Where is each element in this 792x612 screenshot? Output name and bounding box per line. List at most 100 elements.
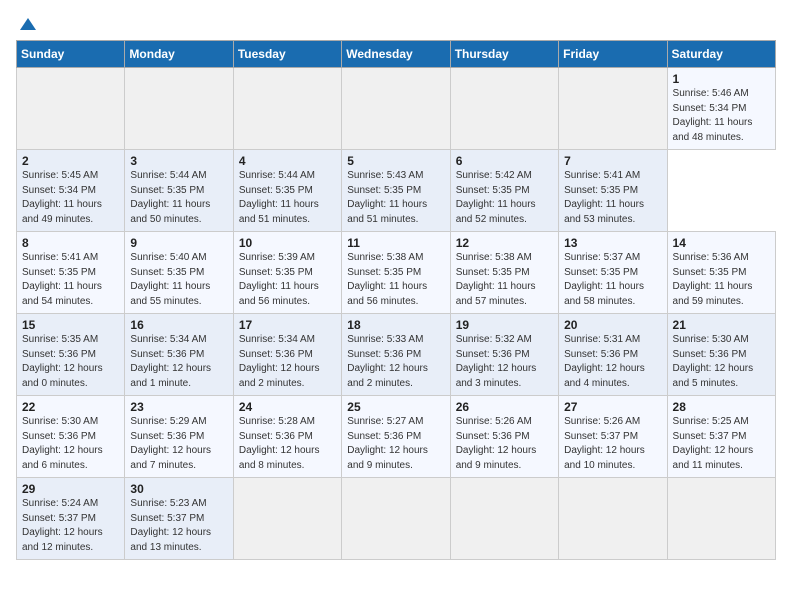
day-detail: Sunrise: 5:40 AMSunset: 5:35 PMDaylight:… (130, 251, 227, 309)
calendar-week-row: 22Sunrise: 5:30 AMSunset: 5:36 PMDayligh… (17, 396, 776, 478)
day-number: 13 (564, 236, 661, 250)
calendar-table: SundayMondayTuesdayWednesdayThursdayFrid… (16, 40, 776, 560)
calendar-day-cell: 22Sunrise: 5:30 AMSunset: 5:36 PMDayligh… (17, 396, 125, 478)
day-number: 16 (130, 318, 227, 332)
day-header-wednesday: Wednesday (342, 41, 450, 68)
day-detail: Sunrise: 5:44 AMSunset: 5:35 PMDaylight:… (130, 169, 227, 227)
calendar-day-cell: 17Sunrise: 5:34 AMSunset: 5:36 PMDayligh… (233, 314, 341, 396)
calendar-day-cell: 20Sunrise: 5:31 AMSunset: 5:36 PMDayligh… (559, 314, 667, 396)
day-detail: Sunrise: 5:38 AMSunset: 5:35 PMDaylight:… (456, 251, 553, 309)
calendar-day-cell: 10Sunrise: 5:39 AMSunset: 5:35 PMDayligh… (233, 232, 341, 314)
day-number: 30 (130, 482, 227, 496)
calendar-day-cell: 2Sunrise: 5:45 AMSunset: 5:34 PMDaylight… (17, 150, 125, 232)
day-detail: Sunrise: 5:38 AMSunset: 5:35 PMDaylight:… (347, 251, 444, 309)
calendar-day-cell (17, 68, 125, 150)
day-number: 17 (239, 318, 336, 332)
logo-icon (18, 16, 38, 36)
calendar-day-cell: 14Sunrise: 5:36 AMSunset: 5:35 PMDayligh… (667, 232, 775, 314)
day-number: 19 (456, 318, 553, 332)
calendar-week-row: 1Sunrise: 5:46 AMSunset: 5:34 PMDaylight… (17, 68, 776, 150)
day-detail: Sunrise: 5:32 AMSunset: 5:36 PMDaylight:… (456, 333, 553, 391)
day-number: 18 (347, 318, 444, 332)
calendar-day-cell: 7Sunrise: 5:41 AMSunset: 5:35 PMDaylight… (559, 150, 667, 232)
day-detail: Sunrise: 5:43 AMSunset: 5:35 PMDaylight:… (347, 169, 444, 227)
calendar-day-cell: 5Sunrise: 5:43 AMSunset: 5:35 PMDaylight… (342, 150, 450, 232)
calendar-week-row: 29Sunrise: 5:24 AMSunset: 5:37 PMDayligh… (17, 478, 776, 560)
day-detail: Sunrise: 5:44 AMSunset: 5:35 PMDaylight:… (239, 169, 336, 227)
calendar-day-cell: 4Sunrise: 5:44 AMSunset: 5:35 PMDaylight… (233, 150, 341, 232)
day-number: 28 (673, 400, 770, 414)
calendar-day-cell (125, 68, 233, 150)
day-number: 29 (22, 482, 119, 496)
calendar-day-cell: 28Sunrise: 5:25 AMSunset: 5:37 PMDayligh… (667, 396, 775, 478)
calendar-day-cell (342, 68, 450, 150)
day-header-monday: Monday (125, 41, 233, 68)
day-detail: Sunrise: 5:26 AMSunset: 5:36 PMDaylight:… (456, 415, 553, 473)
day-detail: Sunrise: 5:42 AMSunset: 5:35 PMDaylight:… (456, 169, 553, 227)
day-number: 12 (456, 236, 553, 250)
day-detail: Sunrise: 5:34 AMSunset: 5:36 PMDaylight:… (130, 333, 227, 391)
day-number: 8 (22, 236, 119, 250)
day-header-saturday: Saturday (667, 41, 775, 68)
calendar-day-cell: 18Sunrise: 5:33 AMSunset: 5:36 PMDayligh… (342, 314, 450, 396)
day-number: 24 (239, 400, 336, 414)
calendar-day-cell: 11Sunrise: 5:38 AMSunset: 5:35 PMDayligh… (342, 232, 450, 314)
day-detail: Sunrise: 5:27 AMSunset: 5:36 PMDaylight:… (347, 415, 444, 473)
day-number: 7 (564, 154, 661, 168)
calendar-day-cell: 19Sunrise: 5:32 AMSunset: 5:36 PMDayligh… (450, 314, 558, 396)
calendar-day-cell: 29Sunrise: 5:24 AMSunset: 5:37 PMDayligh… (17, 478, 125, 560)
calendar-day-cell: 15Sunrise: 5:35 AMSunset: 5:36 PMDayligh… (17, 314, 125, 396)
day-number: 20 (564, 318, 661, 332)
calendar-day-cell: 3Sunrise: 5:44 AMSunset: 5:35 PMDaylight… (125, 150, 233, 232)
day-number: 11 (347, 236, 444, 250)
calendar-day-cell: 25Sunrise: 5:27 AMSunset: 5:36 PMDayligh… (342, 396, 450, 478)
day-number: 22 (22, 400, 119, 414)
calendar-day-cell: 16Sunrise: 5:34 AMSunset: 5:36 PMDayligh… (125, 314, 233, 396)
day-detail: Sunrise: 5:25 AMSunset: 5:37 PMDaylight:… (673, 415, 770, 473)
calendar-day-cell: 24Sunrise: 5:28 AMSunset: 5:36 PMDayligh… (233, 396, 341, 478)
day-detail: Sunrise: 5:36 AMSunset: 5:35 PMDaylight:… (673, 251, 770, 309)
day-detail: Sunrise: 5:41 AMSunset: 5:35 PMDaylight:… (564, 169, 661, 227)
day-number: 5 (347, 154, 444, 168)
calendar-week-row: 15Sunrise: 5:35 AMSunset: 5:36 PMDayligh… (17, 314, 776, 396)
calendar-day-cell: 6Sunrise: 5:42 AMSunset: 5:35 PMDaylight… (450, 150, 558, 232)
day-header-sunday: Sunday (17, 41, 125, 68)
day-detail: Sunrise: 5:26 AMSunset: 5:37 PMDaylight:… (564, 415, 661, 473)
calendar-day-cell (450, 68, 558, 150)
calendar-day-cell (559, 68, 667, 150)
day-detail: Sunrise: 5:34 AMSunset: 5:36 PMDaylight:… (239, 333, 336, 391)
day-number: 4 (239, 154, 336, 168)
day-detail: Sunrise: 5:39 AMSunset: 5:35 PMDaylight:… (239, 251, 336, 309)
calendar-day-cell (667, 478, 775, 560)
day-detail: Sunrise: 5:23 AMSunset: 5:37 PMDaylight:… (130, 497, 227, 555)
calendar-day-cell: 12Sunrise: 5:38 AMSunset: 5:35 PMDayligh… (450, 232, 558, 314)
day-number: 9 (130, 236, 227, 250)
day-number: 21 (673, 318, 770, 332)
day-number: 25 (347, 400, 444, 414)
calendar-week-row: 8Sunrise: 5:41 AMSunset: 5:35 PMDaylight… (17, 232, 776, 314)
page-header (16, 16, 776, 32)
day-detail: Sunrise: 5:33 AMSunset: 5:36 PMDaylight:… (347, 333, 444, 391)
calendar-day-cell: 26Sunrise: 5:26 AMSunset: 5:36 PMDayligh… (450, 396, 558, 478)
day-detail: Sunrise: 5:45 AMSunset: 5:34 PMDaylight:… (22, 169, 119, 227)
calendar-day-cell: 13Sunrise: 5:37 AMSunset: 5:35 PMDayligh… (559, 232, 667, 314)
calendar-day-cell (450, 478, 558, 560)
calendar-day-cell: 1Sunrise: 5:46 AMSunset: 5:34 PMDaylight… (667, 68, 775, 150)
day-detail: Sunrise: 5:28 AMSunset: 5:36 PMDaylight:… (239, 415, 336, 473)
calendar-day-cell: 8Sunrise: 5:41 AMSunset: 5:35 PMDaylight… (17, 232, 125, 314)
day-number: 10 (239, 236, 336, 250)
day-detail: Sunrise: 5:37 AMSunset: 5:35 PMDaylight:… (564, 251, 661, 309)
day-number: 2 (22, 154, 119, 168)
day-header-thursday: Thursday (450, 41, 558, 68)
day-detail: Sunrise: 5:30 AMSunset: 5:36 PMDaylight:… (22, 415, 119, 473)
day-detail: Sunrise: 5:29 AMSunset: 5:36 PMDaylight:… (130, 415, 227, 473)
day-number: 23 (130, 400, 227, 414)
logo (16, 16, 38, 32)
day-detail: Sunrise: 5:46 AMSunset: 5:34 PMDaylight:… (673, 87, 770, 145)
calendar-day-cell: 23Sunrise: 5:29 AMSunset: 5:36 PMDayligh… (125, 396, 233, 478)
day-number: 26 (456, 400, 553, 414)
day-number: 1 (673, 72, 770, 86)
calendar-body: 1Sunrise: 5:46 AMSunset: 5:34 PMDaylight… (17, 68, 776, 560)
day-number: 15 (22, 318, 119, 332)
day-detail: Sunrise: 5:31 AMSunset: 5:36 PMDaylight:… (564, 333, 661, 391)
